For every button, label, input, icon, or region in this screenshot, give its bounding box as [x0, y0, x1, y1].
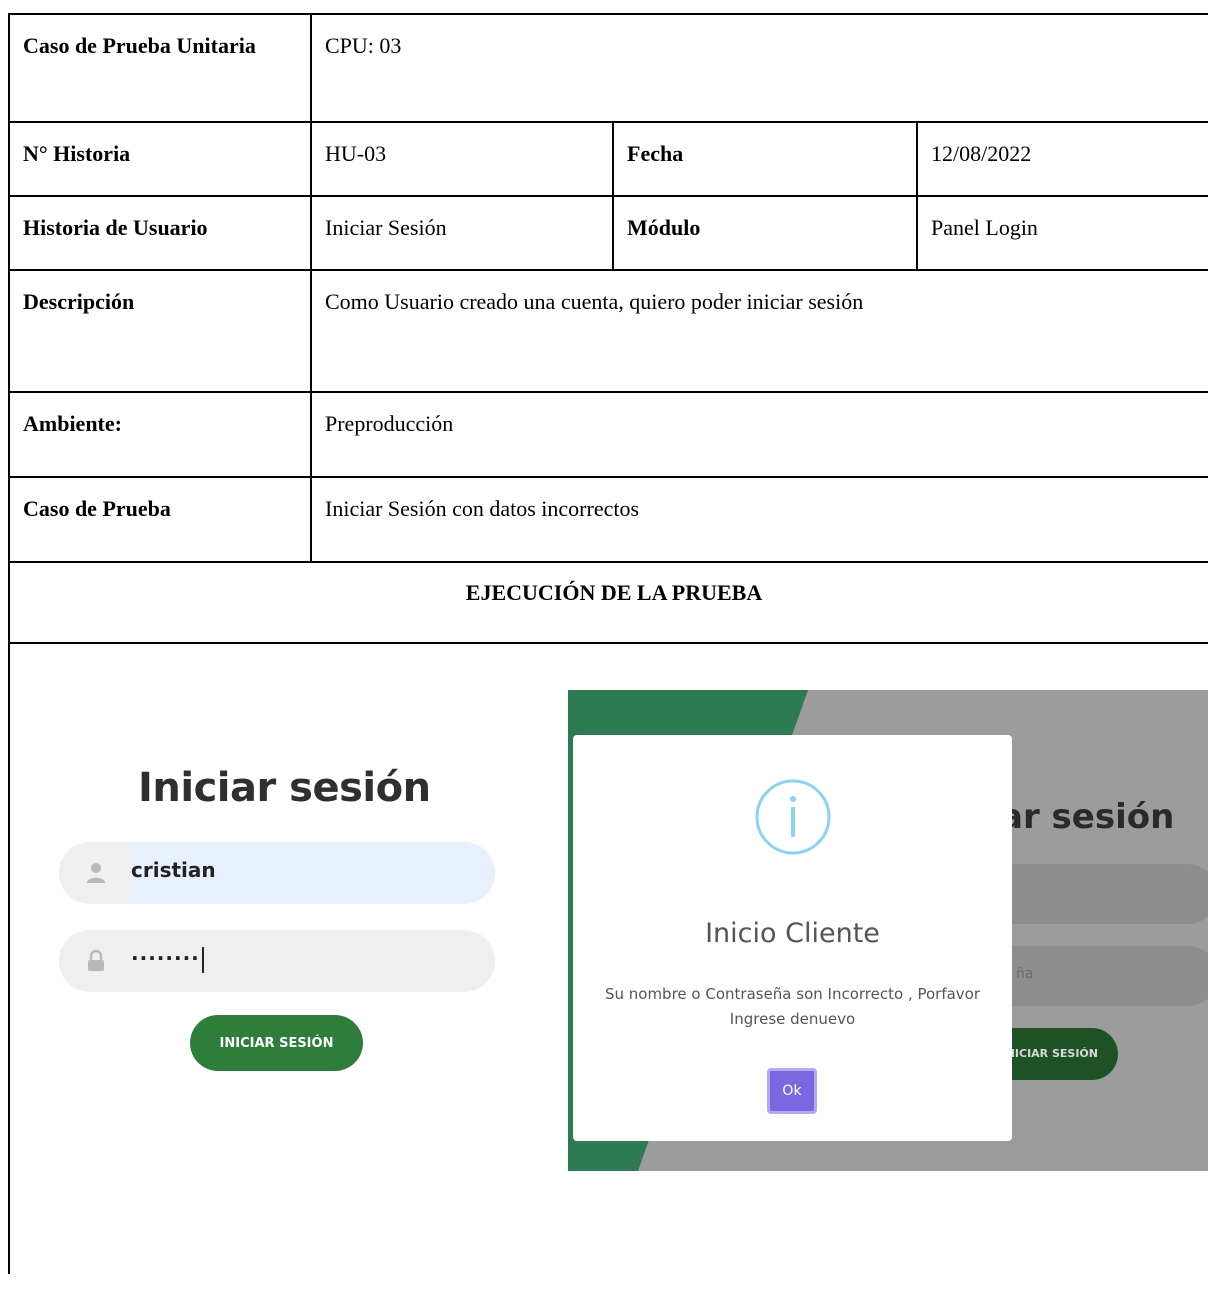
alert-dialog: Inicio Cliente Su nombre o Contraseña so… — [573, 735, 1012, 1141]
value-module: Panel Login — [931, 215, 1038, 240]
row-history: N° Historia HU-03 Fecha 12/08/2022 — [8, 121, 1208, 197]
ok-button[interactable]: Ok — [767, 1068, 817, 1114]
row-test-case-id: Caso de Prueba Unitaria CPU: 03 — [8, 13, 1208, 123]
background-password-hint: ña — [1016, 966, 1034, 982]
label-environment: Ambiente: — [23, 411, 122, 436]
value-test-case-id: CPU: 03 — [325, 33, 402, 58]
value-environment: Preproducción — [325, 411, 454, 436]
background-login-title: ar sesión — [1000, 797, 1175, 837]
info-icon — [753, 777, 833, 857]
username-field[interactable]: cristian — [59, 842, 495, 904]
error-modal-screenshot: ar sesión ña NICIAR SESIÓN Inicio Client… — [568, 690, 1208, 1171]
password-value[interactable]: ········ — [131, 946, 204, 973]
login-submit-button[interactable]: INICIAR SESIÓN — [190, 1015, 363, 1071]
text-caret — [201, 946, 204, 973]
value-user-story: Iniciar Sesión — [325, 215, 447, 240]
password-dots: ········ — [131, 946, 200, 970]
label-history-number: N° Historia — [23, 141, 131, 166]
row-test-case: Caso de Prueba Iniciar Sesión con datos … — [8, 476, 1208, 563]
user-icon — [85, 861, 107, 885]
label-test-case: Caso de Prueba — [23, 496, 171, 521]
label-unit-test-case: Caso de Prueba Unitaria — [23, 33, 256, 58]
label-description: Descripción — [23, 289, 135, 314]
value-description: Como Usuario creado una cuenta, quiero p… — [325, 289, 864, 314]
username-value[interactable]: cristian — [131, 858, 216, 882]
login-title: Iniciar sesión — [138, 765, 431, 811]
dialog-title: Inicio Cliente — [705, 918, 880, 949]
lock-icon — [85, 949, 107, 973]
row-description: Descripción Como Usuario creado una cuen… — [8, 269, 1208, 393]
row-environment: Ambiente: Preproducción — [8, 391, 1208, 478]
dialog-message: Su nombre o Contraseña son Incorrecto , … — [604, 985, 981, 1028]
row-execution-heading: EJECUCIÓN DE LA PRUEBA — [7, 561, 1208, 644]
value-date: 12/08/2022 — [931, 141, 1032, 166]
label-module: Módulo — [627, 215, 701, 240]
label-user-story: Historia de Usuario — [23, 215, 208, 240]
label-date: Fecha — [627, 141, 684, 166]
execution-heading: EJECUCIÓN DE LA PRUEBA — [465, 580, 763, 605]
value-history-number: HU-03 — [325, 141, 387, 166]
row-user-story: Historia de Usuario Iniciar Sesión Módul… — [8, 195, 1208, 271]
login-form-screenshot: Iniciar sesión cristian ········ INICIAR… — [55, 755, 500, 1085]
password-field[interactable]: ········ — [59, 930, 495, 992]
value-test-case: Iniciar Sesión con datos incorrectos — [325, 496, 640, 521]
